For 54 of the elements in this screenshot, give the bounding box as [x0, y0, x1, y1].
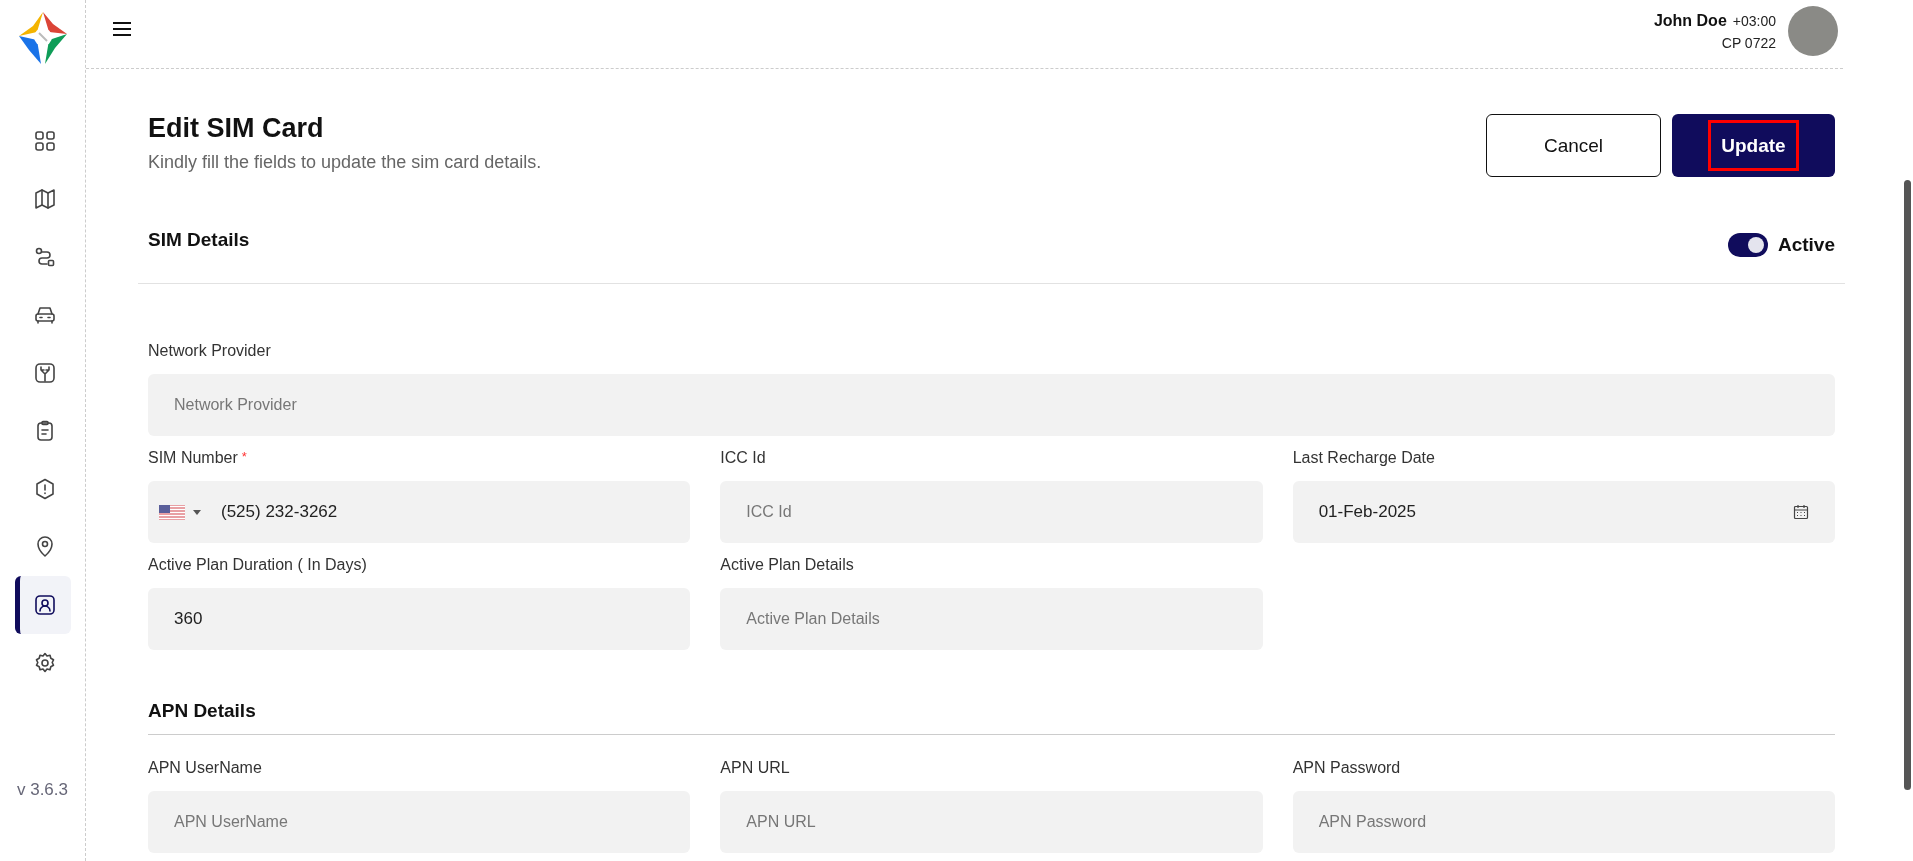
route-icon [33, 245, 57, 269]
field-label: SIM Number [148, 449, 238, 467]
field-value: (525) 232-3262 [221, 502, 339, 522]
timezone-label: +03:00 [1732, 12, 1776, 29]
cancel-button[interactable]: Cancel [1486, 114, 1661, 177]
section-title: APN Details [148, 700, 1835, 735]
field-placeholder: APN Password [1318, 813, 1427, 831]
field-label: ICC Id [720, 449, 766, 467]
update-button[interactable]: Update [1672, 114, 1835, 177]
caret-icon[interactable] [193, 509, 201, 515]
calendar-icon[interactable] [1793, 504, 1809, 520]
version-label: v 3.6.3 [16, 780, 68, 800]
nav-item[interactable] [14, 576, 71, 634]
field-label: Last Recharge Date [1292, 449, 1435, 467]
map-icon [33, 187, 57, 211]
input-field[interactable]: ICC Id [720, 481, 1263, 543]
input-field[interactable]: Network Provider [148, 374, 1835, 436]
input-field[interactable]: APN Password [1292, 791, 1835, 853]
toggle-label: Active [1777, 234, 1835, 256]
field-label: Active Plan Details [720, 556, 854, 574]
user-badge-icon [33, 593, 57, 617]
field-label: Network Provider [148, 342, 271, 360]
scrollbar[interactable] [1904, 180, 1911, 790]
active-toggle[interactable] [1727, 233, 1768, 257]
input-field[interactable]: APN UserName [148, 791, 691, 853]
field-placeholder: APN URL [746, 813, 816, 831]
alert-icon [33, 477, 57, 501]
field-placeholder: Network Provider [174, 396, 297, 414]
field-value: 360 [174, 609, 204, 629]
field-value: 01-Feb-2025 [1318, 502, 1417, 522]
split-arrows-icon [33, 361, 57, 385]
field-label: APN URL [720, 759, 790, 777]
user-name: John Doe [1653, 11, 1727, 30]
flag-icon[interactable] [159, 504, 185, 520]
field-placeholder: APN UserName [174, 813, 288, 831]
avatar[interactable] [1788, 6, 1838, 56]
input-field[interactable]: 360 [148, 588, 691, 650]
page-subtitle: Kindly fill the fields to update the sim card details. [148, 152, 542, 173]
menu-icon[interactable] [112, 21, 132, 37]
section-title: SIM Details [148, 229, 250, 251]
settings-icon [33, 651, 57, 675]
field-label: APN Password [1292, 759, 1401, 777]
input-field[interactable]: (525) 232-3262 [148, 481, 691, 543]
field-placeholder: Active Plan Details [746, 610, 880, 628]
field-label: Active Plan Duration ( In Days) [148, 556, 367, 574]
input-field[interactable]: Active Plan Details [720, 588, 1263, 650]
input-field[interactable]: APN URL [720, 791, 1263, 853]
user-code: CP 0722 [1721, 34, 1776, 51]
page-title: Edit SIM Card [148, 113, 325, 144]
grid-icon [33, 129, 57, 153]
input-field[interactable]: 01-Feb-2025 [1292, 481, 1835, 543]
field-placeholder: ICC Id [746, 503, 792, 521]
required-mark: * [241, 449, 247, 466]
field-label: APN UserName [148, 759, 262, 777]
